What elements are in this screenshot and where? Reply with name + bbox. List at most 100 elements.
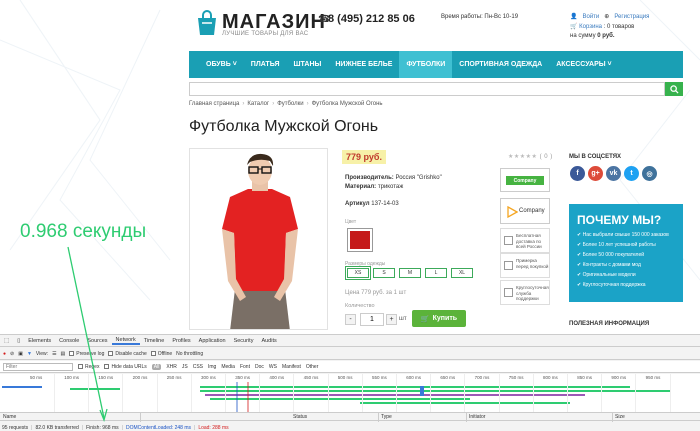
breadcrumb-item[interactable]: Каталог [247, 101, 269, 107]
quantity-decrease-button[interactable]: - [345, 314, 356, 325]
service-support[interactable]: Круглосуточная служба поддержки [500, 280, 550, 305]
sizes-label: Размеры одежды [345, 261, 386, 267]
search-input[interactable] [189, 82, 665, 96]
devtools-tab-elements[interactable]: Elements [24, 338, 55, 344]
type-filter-other[interactable]: Other [306, 364, 319, 370]
overview-icon[interactable]: ▤ [61, 351, 66, 357]
column-size[interactable]: Size [615, 414, 625, 420]
breadcrumb-item[interactable]: Главная страница [189, 101, 239, 107]
network-toolbar: ● ⊘ ▣ ▼ View: ☰ ▤ Preserve log Disable c… [0, 348, 700, 360]
column-divider[interactable] [378, 413, 379, 422]
product-image[interactable] [189, 148, 328, 330]
color-swatch-red[interactable] [347, 228, 373, 252]
timeline-tick-label: 700 ms [474, 375, 490, 380]
offline-checkbox[interactable]: Offline [150, 351, 172, 357]
breadcrumb-separator: › [306, 101, 309, 107]
size-option-l[interactable]: L [425, 268, 447, 278]
waterfall-bar [200, 386, 630, 388]
user-icon: 👤 [570, 14, 578, 20]
size-option-xs[interactable]: XS [345, 266, 371, 280]
register-link[interactable]: Регистрация [614, 14, 649, 20]
waterfall-bar [200, 390, 670, 392]
filter-icon[interactable]: ▼ [27, 351, 32, 357]
service-fitting[interactable]: Примерка перед покупкой [500, 253, 550, 278]
regex-checkbox[interactable]: Regex [78, 364, 99, 370]
cart-icon: 🛒 [420, 315, 430, 323]
phone-number[interactable]: 8 (495) 212 85 06 [328, 13, 415, 25]
column-type[interactable]: Type [381, 414, 392, 420]
quantity-increase-button[interactable]: + [386, 314, 397, 325]
disable-cache-label: Disable cache [115, 350, 147, 357]
hide-data-urls-checkbox[interactable]: Hide data URLs [104, 364, 147, 370]
column-name[interactable]: Name [3, 414, 16, 420]
record-icon[interactable]: ● [3, 351, 6, 357]
size-option-xl[interactable]: XL [451, 268, 473, 278]
nav-item-accessories[interactable]: АКСЕССУАРЫ ˅ [549, 51, 618, 78]
company-logo-2[interactable]: Company [500, 198, 550, 224]
devtools-tab-audits[interactable]: Audits [257, 338, 280, 344]
cart-sum-label: на сумму [570, 33, 596, 39]
search-button[interactable] [665, 82, 683, 96]
type-filter-manifest[interactable]: Manifest [282, 364, 301, 370]
type-filter-js[interactable]: JS [182, 364, 188, 370]
devtools-tab-sources[interactable]: Sources [83, 338, 111, 344]
nav-item-shoes[interactable]: ОБУВЬ ˅ [199, 51, 244, 78]
type-filter-doc[interactable]: Doc [255, 364, 264, 370]
service-delivery[interactable]: Бесплатная доставка по всей России [500, 228, 550, 253]
type-filter-font[interactable]: Font [240, 364, 250, 370]
column-status[interactable]: Status [293, 414, 307, 420]
instagram-icon[interactable]: ◎ [642, 166, 657, 181]
throttling-select[interactable]: No throttling [176, 351, 203, 357]
timeline-tick-label: 200 ms [132, 375, 148, 380]
twitter-icon[interactable]: t [624, 166, 639, 181]
why-us-item: Оригинальные модели [577, 270, 669, 280]
company-logo-1[interactable]: Company [500, 168, 550, 192]
nav-item-underwear[interactable]: НИЖНЕЕ БЕЛЬЕ [328, 51, 399, 78]
column-divider[interactable] [140, 413, 141, 422]
devtools-tab-timeline[interactable]: Timeline [140, 338, 169, 344]
type-filter-xhr[interactable]: XHR [166, 364, 177, 370]
why-us-title: ПОЧЕМУ МЫ? [577, 213, 662, 227]
facebook-icon[interactable]: f [570, 166, 585, 181]
devtools-tab-console[interactable]: Console [55, 338, 83, 344]
large-rows-icon[interactable]: ☰ [52, 351, 56, 357]
size-option-m[interactable]: M [399, 268, 421, 278]
type-filter-media[interactable]: Media [221, 364, 235, 370]
rating-stars[interactable]: ★★★★★ ( 0 ) [508, 153, 553, 160]
type-filter-ws[interactable]: WS [269, 364, 277, 370]
timeline-tick-label: 650 ms [440, 375, 456, 380]
logo-bag-icon[interactable] [196, 10, 218, 36]
preserve-log-checkbox[interactable]: Preserve log [69, 351, 104, 357]
column-divider[interactable] [466, 413, 467, 422]
nav-item-pants[interactable]: ШТАНЫ [287, 51, 329, 78]
buy-button-label: Купить [432, 315, 458, 322]
buy-button[interactable]: 🛒 Купить [412, 310, 466, 327]
nav-item-tshirts[interactable]: ФУТБОЛКИ [399, 51, 453, 78]
type-filter-img[interactable]: Img [208, 364, 216, 370]
camera-icon[interactable]: ▣ [18, 351, 23, 357]
quantity-input[interactable] [360, 313, 384, 326]
google-plus-icon[interactable]: g+ [588, 166, 603, 181]
filter-input[interactable] [3, 362, 73, 371]
clear-icon[interactable]: ⊘ [10, 351, 14, 357]
type-filter-css[interactable]: CSS [193, 364, 203, 370]
devtools-device-icon[interactable]: ▯ [13, 338, 24, 344]
devtools-inspect-icon[interactable]: ⬚ [0, 338, 13, 344]
column-initiator[interactable]: Initiator [469, 414, 485, 420]
cart-link[interactable]: Корзина [579, 24, 602, 30]
devtools-tab-application[interactable]: Application [195, 338, 230, 344]
type-filter-all[interactable]: All [151, 363, 162, 370]
vk-icon[interactable]: vk [606, 166, 621, 181]
login-link[interactable]: Войти [582, 14, 599, 20]
nav-item-dresses[interactable]: ПЛАТЬЯ [244, 51, 287, 78]
company-logo-1-label: Company [506, 176, 544, 185]
column-divider[interactable] [612, 413, 613, 422]
service-text: Круглосуточная служба поддержки [516, 285, 549, 301]
size-option-s[interactable]: S [373, 268, 395, 278]
breadcrumb-item[interactable]: Футболки [277, 101, 303, 107]
disable-cache-checkbox[interactable]: Disable cache [108, 350, 147, 357]
devtools-tab-security[interactable]: Security [230, 338, 258, 344]
devtools-tab-network[interactable]: Network [111, 337, 140, 345]
devtools-tab-profiles[interactable]: Profiles [168, 338, 194, 344]
nav-item-sportswear[interactable]: СПОРТИВНАЯ ОДЕЖДА [452, 51, 549, 78]
